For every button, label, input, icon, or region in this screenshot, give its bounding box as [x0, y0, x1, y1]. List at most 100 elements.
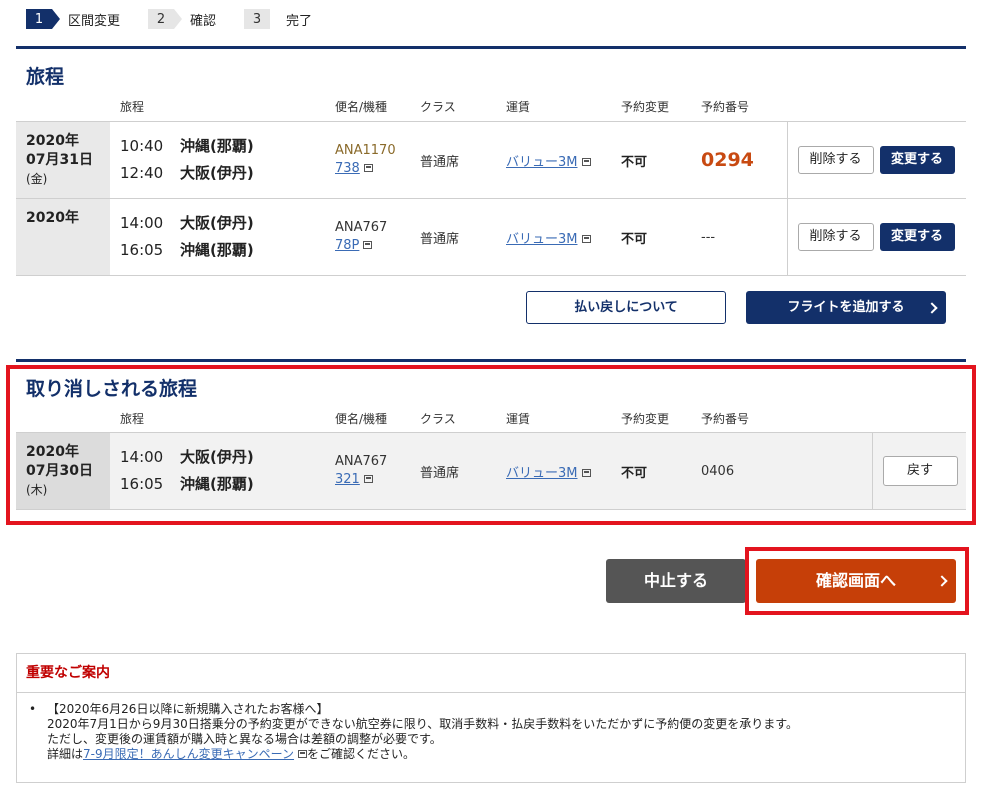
- departure-time: 14:00: [120, 214, 164, 232]
- external-link-icon: [298, 750, 308, 758]
- arrival-airport: 沖縄(那覇): [180, 475, 254, 493]
- date-cell: 2020年 07月30日 (木): [16, 432, 110, 510]
- notice-prefix: 詳細は: [47, 747, 84, 761]
- flight-number: ANA1170: [335, 143, 396, 158]
- col-header-fare: 運賃: [506, 412, 531, 426]
- notice-line: 2020年7月1日から9月30日搭乗分の予約変更ができない航空券に限り、取消手数…: [47, 717, 799, 731]
- step-label: 完了: [286, 13, 313, 29]
- step-label: 区間変更: [68, 13, 121, 29]
- flight-cell: ANA767 321: [335, 432, 420, 510]
- aircraft-link[interactable]: 78P: [335, 238, 359, 253]
- external-link-icon: [581, 468, 591, 477]
- flight-cell: ANA767 78P: [335, 198, 420, 276]
- action-cell: 削除する 変更する: [786, 121, 966, 199]
- itinerary-row: 2020年 14:00 大阪(伊丹) 16:05 沖縄(那覇) ANA767 78P…: [16, 198, 966, 276]
- chevron-right-icon: [926, 301, 938, 314]
- arrival-time: 12:40: [120, 164, 164, 182]
- route-cell: 10:40 沖縄(那覇) 12:40 大阪(伊丹): [110, 121, 335, 199]
- step-1: 1 区間変更: [26, 9, 120, 29]
- date: 07月30日: [26, 463, 93, 479]
- departure-airport: 沖縄(那覇): [180, 137, 254, 155]
- progress-stepper: 1 区間変更 2 確認 3 完了: [26, 8, 340, 30]
- day-of-week: (金): [26, 172, 48, 186]
- class-cell: 普通席: [420, 432, 506, 510]
- delete-button[interactable]: 削除する: [797, 223, 874, 251]
- col-header-route: 旅程: [120, 412, 145, 426]
- arrival-airport: 大阪(伊丹): [180, 164, 254, 182]
- fare-cell: バリュー3M: [506, 198, 621, 276]
- step-2: 2 確認: [148, 9, 216, 29]
- confirm-button[interactable]: 確認画面へ: [756, 559, 956, 603]
- day-of-week: (木): [26, 483, 48, 497]
- refund-info-button[interactable]: 払い戻しについて: [526, 291, 726, 324]
- arrival-time: 16:05: [120, 241, 164, 259]
- itinerary-title: 旅程: [26, 66, 65, 88]
- departure-time: 14:00: [120, 448, 164, 466]
- reservation-number: 0294: [701, 149, 754, 171]
- departure: 14:00 大阪(伊丹): [120, 210, 335, 237]
- notice-suffix: をご確認ください。: [307, 747, 416, 761]
- external-link-icon: [581, 234, 591, 243]
- step-number: 3: [244, 9, 271, 29]
- departure: 14:00 大阪(伊丹): [120, 444, 335, 471]
- arrival: 16:05 沖縄(那覇): [120, 471, 335, 498]
- departure-airport: 大阪(伊丹): [180, 214, 254, 232]
- col-header-reservation: 予約番号: [701, 412, 750, 426]
- col-header-route: 旅程: [120, 100, 145, 114]
- cancelled-row: 2020年 07月30日 (木) 14:00 大阪(伊丹) 16:05 沖縄(那覇)…: [16, 432, 966, 510]
- change-button[interactable]: 変更する: [879, 223, 955, 251]
- flight-number: ANA767: [335, 220, 388, 235]
- route-cell: 14:00 大阪(伊丹) 16:05 沖縄(那覇): [110, 198, 335, 276]
- date: 07月31日: [26, 152, 93, 168]
- arrival-airport: 沖縄(那覇): [180, 241, 254, 259]
- chevron-right-icon: [936, 575, 948, 587]
- notice-line: 詳細は7-9月限定！あんしん変更キャンペーン をご確認ください。: [29, 747, 965, 762]
- reservation-cell: 0406: [701, 432, 872, 510]
- departure-airport: 大阪(伊丹): [180, 448, 254, 466]
- change-cell: 不可: [621, 198, 701, 276]
- external-link-icon: [363, 164, 373, 172]
- col-header-class: クラス: [420, 100, 456, 114]
- class-cell: 普通席: [420, 121, 506, 199]
- step-number: 1: [26, 9, 60, 29]
- col-header-change: 予約変更: [621, 100, 670, 114]
- add-flight-button[interactable]: フライトを追加する: [746, 291, 946, 324]
- arrival: 12:40 大阪(伊丹): [120, 160, 335, 187]
- notice-title: 重要なご案内: [17, 654, 965, 693]
- important-notice: 重要なご案内 • 【2020年6月26日以降に新規購入されたお客様へ】 2020年…: [16, 653, 966, 783]
- change-button[interactable]: 変更する: [879, 146, 955, 174]
- aircraft-link[interactable]: 738: [335, 161, 360, 176]
- flight-cell: ANA1170 738: [335, 121, 420, 199]
- fare-link[interactable]: バリュー3M: [506, 466, 578, 481]
- delete-button[interactable]: 削除する: [797, 146, 874, 174]
- col-header-flight: 便名/機種: [335, 412, 388, 426]
- restore-button[interactable]: 戻す: [882, 456, 958, 486]
- action-cell: 削除する 変更する: [786, 198, 966, 276]
- cancel-button[interactable]: 中止する: [606, 559, 746, 603]
- cancelled-table: 2020年 07月30日 (木) 14:00 大阪(伊丹) 16:05 沖縄(那覇)…: [16, 432, 966, 510]
- year: 2020年: [26, 210, 79, 226]
- aircraft-link[interactable]: 321: [335, 472, 360, 487]
- departure: 10:40 沖縄(那覇): [120, 133, 335, 160]
- reservation-cell: ---: [701, 198, 787, 276]
- fare-link[interactable]: バリュー3M: [506, 155, 578, 170]
- change-cell: 不可: [621, 432, 701, 510]
- itinerary-table: 2020年 07月31日 (金) 10:40 沖縄(那覇) 12:40 大阪(伊丹)…: [16, 121, 966, 276]
- date-cell: 2020年: [16, 198, 110, 276]
- fare-link[interactable]: バリュー3M: [506, 232, 578, 247]
- cancelled-title: 取り消しされる旅程: [26, 378, 198, 400]
- bullet: •: [29, 702, 37, 716]
- external-link-icon: [363, 475, 373, 483]
- notice-line: ただし、変更後の運賃額が購入時と異なる場合は差額の調整が必要です。: [47, 732, 442, 746]
- campaign-link[interactable]: 7-9月限定！あんしん変更キャンペーン: [83, 747, 294, 761]
- flight-number: ANA767: [335, 454, 388, 469]
- step-number: 2: [148, 9, 183, 29]
- action-cell: 戻す: [871, 432, 966, 510]
- add-flight-label: フライトを追加する: [787, 300, 905, 315]
- section-divider: [16, 46, 966, 49]
- notice-body: • 【2020年6月26日以降に新規購入されたお客様へ】 2020年7月1日から9…: [17, 693, 965, 762]
- fare-cell: バリュー3M: [506, 121, 621, 199]
- col-header-class: クラス: [420, 412, 456, 426]
- col-header-fare: 運賃: [506, 100, 531, 114]
- fare-cell: バリュー3M: [506, 432, 621, 510]
